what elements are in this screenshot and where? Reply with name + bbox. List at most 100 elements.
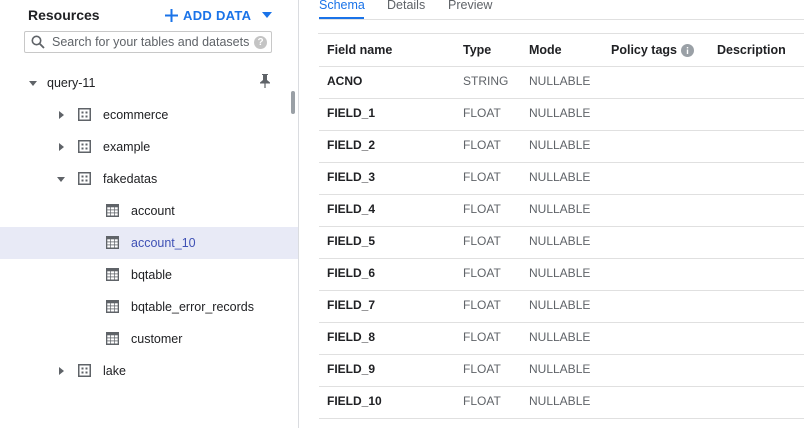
field-name-cell: FIELD_8	[327, 330, 376, 344]
search-icon	[31, 35, 45, 49]
dataset-label: ecommerce	[103, 108, 169, 122]
table-icon	[106, 204, 119, 217]
table-row: ACNO STRING NULLABLE	[319, 66, 804, 99]
dataset-icon	[78, 364, 91, 377]
field-type-cell: FLOAT	[463, 394, 501, 408]
tab-schema[interactable]: Schema	[319, 0, 365, 12]
table-row: FIELD_9 FLOAT NULLABLE	[319, 354, 804, 387]
field-mode-cell: NULLABLE	[529, 394, 591, 408]
tab-divider	[319, 19, 804, 20]
field-name-cell: FIELD_4	[327, 202, 376, 216]
table-row: FIELD_10 FLOAT NULLABLE	[319, 386, 804, 419]
table-label: bqtable_error_records	[131, 300, 254, 314]
dataset-label: example	[103, 140, 151, 154]
tab-details[interactable]: Details	[387, 0, 425, 12]
dataset-label: fakedatas	[103, 172, 158, 186]
field-type-cell: FLOAT	[463, 170, 501, 184]
tree-item-table[interactable]: bqtable_error_records	[0, 291, 298, 323]
field-mode-cell: NULLABLE	[529, 298, 591, 312]
dataset-icon	[78, 140, 91, 153]
table-row: FIELD_5 FLOAT NULLABLE	[319, 226, 804, 259]
table-icon	[106, 300, 119, 313]
table-label: customer	[131, 332, 183, 346]
resources-panel: Resources ADD DATA ? query-11 ecommerce ex…	[0, 0, 298, 428]
table-icon	[106, 332, 119, 345]
field-type-cell: FLOAT	[463, 138, 501, 152]
table-label: bqtable	[131, 268, 173, 282]
chevron-right-icon[interactable]	[56, 110, 66, 120]
field-name-cell: FIELD_2	[327, 138, 376, 152]
field-mode-cell: NULLABLE	[529, 138, 591, 152]
info-icon[interactable]	[681, 43, 694, 57]
caret-down-icon[interactable]	[262, 12, 273, 18]
field-type-cell: STRING	[463, 74, 509, 88]
table-row: FIELD_8 FLOAT NULLABLE	[319, 322, 804, 355]
field-type-cell: FLOAT	[463, 106, 501, 120]
tree-item-dataset[interactable]: ecommerce	[0, 99, 298, 131]
column-header-mode: Mode	[529, 43, 562, 57]
tree-item-dataset[interactable]: fakedatas	[0, 163, 298, 195]
field-mode-cell: NULLABLE	[529, 74, 591, 88]
field-name-cell: FIELD_6	[327, 266, 376, 280]
field-mode-cell: NULLABLE	[529, 330, 591, 344]
field-name-cell: FIELD_5	[327, 234, 376, 248]
field-type-cell: FLOAT	[463, 202, 501, 216]
table-row: FIELD_6 FLOAT NULLABLE	[319, 258, 804, 291]
pin-icon[interactable]	[259, 73, 271, 89]
tree-item-dataset[interactable]: example	[0, 131, 298, 163]
field-name-cell: ACNO	[327, 74, 363, 88]
table-icon	[106, 236, 119, 249]
column-header-policy-tags: Policy tags	[611, 43, 694, 57]
project-label: query-11	[47, 76, 96, 90]
tree-item-table[interactable]: customer	[0, 323, 298, 355]
dataset-label: lake	[103, 364, 126, 378]
panel-divider[interactable]	[298, 0, 299, 428]
column-header-description: Description	[717, 43, 786, 57]
chevron-right-icon[interactable]	[56, 142, 66, 152]
table-row: FIELD_3 FLOAT NULLABLE	[319, 162, 804, 195]
policy-tags-label: Policy tags	[611, 43, 677, 57]
schema-table: Field name Type Mode Policy tags Descrip…	[318, 33, 804, 419]
column-header-field-name: Field name	[327, 43, 393, 57]
tab-preview[interactable]: Preview	[448, 0, 492, 12]
scrollbar[interactable]	[291, 91, 295, 114]
tree-item-project[interactable]: query-11	[0, 67, 298, 99]
plus-icon	[165, 8, 178, 22]
resources-title: Resources	[28, 7, 100, 23]
chevron-down-icon[interactable]	[28, 78, 38, 88]
table-label: account	[131, 204, 175, 218]
dataset-icon	[78, 108, 91, 121]
chevron-right-icon[interactable]	[56, 366, 66, 376]
dataset-icon	[78, 172, 91, 185]
column-header-type: Type	[463, 43, 492, 57]
chevron-down-icon[interactable]	[56, 174, 66, 184]
field-mode-cell: NULLABLE	[529, 106, 591, 120]
search-box: ?	[24, 31, 272, 53]
field-mode-cell: NULLABLE	[529, 170, 591, 184]
field-type-cell: FLOAT	[463, 330, 501, 344]
field-mode-cell: NULLABLE	[529, 266, 591, 280]
table-row: FIELD_1 FLOAT NULLABLE	[319, 98, 804, 131]
search-input[interactable]	[52, 35, 254, 49]
field-mode-cell: NULLABLE	[529, 202, 591, 216]
table-row: FIELD_7 FLOAT NULLABLE	[319, 290, 804, 323]
table-label: account_10	[131, 236, 196, 250]
field-type-cell: FLOAT	[463, 298, 501, 312]
field-mode-cell: NULLABLE	[529, 362, 591, 376]
tree-item-table[interactable]: bqtable	[0, 259, 298, 291]
schema-header: Field name Type Mode Policy tags Descrip…	[319, 34, 804, 67]
field-name-cell: FIELD_7	[327, 298, 376, 312]
add-data-button[interactable]: ADD DATA	[165, 6, 273, 24]
help-icon[interactable]: ?	[254, 35, 267, 49]
field-type-cell: FLOAT	[463, 266, 501, 280]
field-name-cell: FIELD_9	[327, 362, 376, 376]
tree-item-table[interactable]: account_10	[0, 227, 298, 259]
field-name-cell: FIELD_10	[327, 394, 382, 408]
table-row: FIELD_2 FLOAT NULLABLE	[319, 130, 804, 163]
tree-item-table[interactable]: account	[0, 195, 298, 227]
table-icon	[106, 268, 119, 281]
field-name-cell: FIELD_1	[327, 106, 376, 120]
add-data-label: ADD DATA	[183, 7, 252, 23]
tree-item-dataset[interactable]: lake	[0, 355, 298, 387]
field-mode-cell: NULLABLE	[529, 234, 591, 248]
